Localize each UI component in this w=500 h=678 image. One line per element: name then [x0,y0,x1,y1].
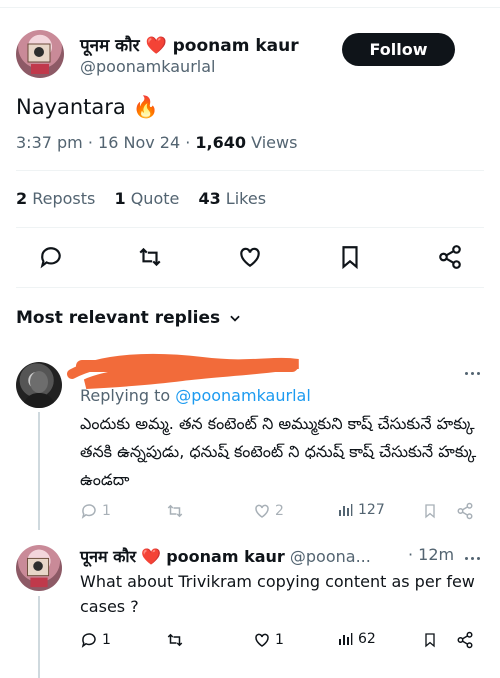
reply-icon [81,504,96,519]
follow-button[interactable]: Follow [342,33,455,66]
reply-author-handle: @poona... [289,547,371,566]
bookmark-icon [425,504,435,519]
like-icon[interactable] [237,244,263,270]
reposts-label: Reposts [32,189,96,208]
share-button[interactable] [456,631,474,649]
author-name-hindi: पूनम कौर [80,36,140,56]
quotes-count: 1 [114,189,126,208]
replies-header: Most relevant replies [16,308,221,328]
reply-author[interactable]: पूनम कौर ❤️ poonam kaur @poona... [80,545,371,567]
share-icon [457,502,473,520]
reply-text: What about Trivikram copying content as … [80,572,475,616]
view-count: 62 [358,631,376,647]
reply-count: 1 [102,503,111,519]
reply-icon[interactable] [38,244,64,270]
redaction-scribble [67,353,299,389]
tweet-stats: 2 Reposts 1 Quote 43 Likes [16,189,266,208]
views-icon [339,504,353,516]
repost-button[interactable] [165,502,185,520]
reposts-stat[interactable]: 2 Reposts [16,189,95,208]
reply-count: 1 [102,632,111,648]
replying-handle-link[interactable]: @poonamkaurlal [175,386,310,405]
more-options-icon[interactable] [462,370,482,376]
views-button[interactable]: 127 [336,502,385,518]
fire-emoji: 🔥 [132,95,159,119]
likes-label: Likes [225,189,267,208]
reply-time[interactable]: · 12m [408,545,454,564]
bookmark-button[interactable] [422,631,438,649]
views-icon [339,633,353,645]
share-button[interactable] [456,502,474,520]
thread-line [38,596,40,678]
chevron-down-icon [230,315,240,322]
repost-button[interactable] [165,631,185,649]
reply-avatar[interactable] [16,545,62,591]
replies-sort-dropdown[interactable]: Most relevant replies [16,308,242,328]
view-count: 127 [358,502,385,518]
more-options-icon[interactable] [462,555,482,561]
share-icon [457,631,473,649]
top-divider [0,0,500,8]
author-display-name: poonam kaur [172,36,299,56]
likes-stat[interactable]: 43 Likes [198,189,266,208]
reply-icon [81,633,96,648]
author-avatar[interactable] [16,30,64,78]
tweet-time[interactable]: 3:37 pm [16,133,83,152]
replying-prefix: Replying to [80,386,171,405]
bookmark-icon[interactable] [337,244,363,270]
heart-emoji: ❤️ [141,547,162,566]
bookmark-icon [425,633,435,648]
quotes-label: Quote [130,189,180,208]
repost-icon[interactable] [137,244,163,270]
tweet-text: Nayantara 🔥 [16,95,159,120]
author-name[interactable]: पूनम कौर ❤️ poonam kaur [80,33,299,56]
tweet-meta: 3:37 pm · 16 Nov 24 · 1,640 Views [16,133,298,152]
share-icon[interactable] [437,244,463,270]
views-button[interactable]: 62 [336,631,376,647]
repost-icon [167,633,183,647]
tweet-date[interactable]: 16 Nov 24 [98,133,180,152]
divider [16,170,484,171]
like-count: 1 [275,632,284,648]
heart-emoji: ❤️ [145,36,167,56]
views-label: Views [251,133,298,152]
quotes-stat[interactable]: 1 Quote [114,189,179,208]
reply-button[interactable]: 1 [80,631,111,649]
reply-button[interactable]: 1 [80,502,111,520]
reply-author-display: poonam kaur [166,547,285,566]
replying-to: Replying to @poonamkaurlal [80,386,311,405]
reply-avatar[interactable] [16,362,62,408]
views-count: 1,640 [195,133,247,152]
like-button[interactable]: 1 [253,631,284,649]
reposts-count: 2 [16,189,28,208]
thread-line [38,412,40,530]
like-button[interactable]: 2 [253,502,284,520]
repost-icon [167,504,183,518]
reply-author-hindi: पूनम कौर [80,547,137,566]
reply-text: ఎందుకు అమ్మ. తన కంటెంట్ ని అమ్ముకుని కాష… [80,414,477,489]
bookmark-button[interactable] [422,502,438,520]
author-handle[interactable]: @poonamkaurlal [80,57,215,76]
like-icon [255,504,269,518]
likes-count: 43 [198,189,221,208]
like-icon [255,633,269,647]
like-count: 2 [275,503,284,519]
divider [16,227,484,228]
divider [16,287,484,288]
tweet-body: Nayantara [16,95,126,119]
